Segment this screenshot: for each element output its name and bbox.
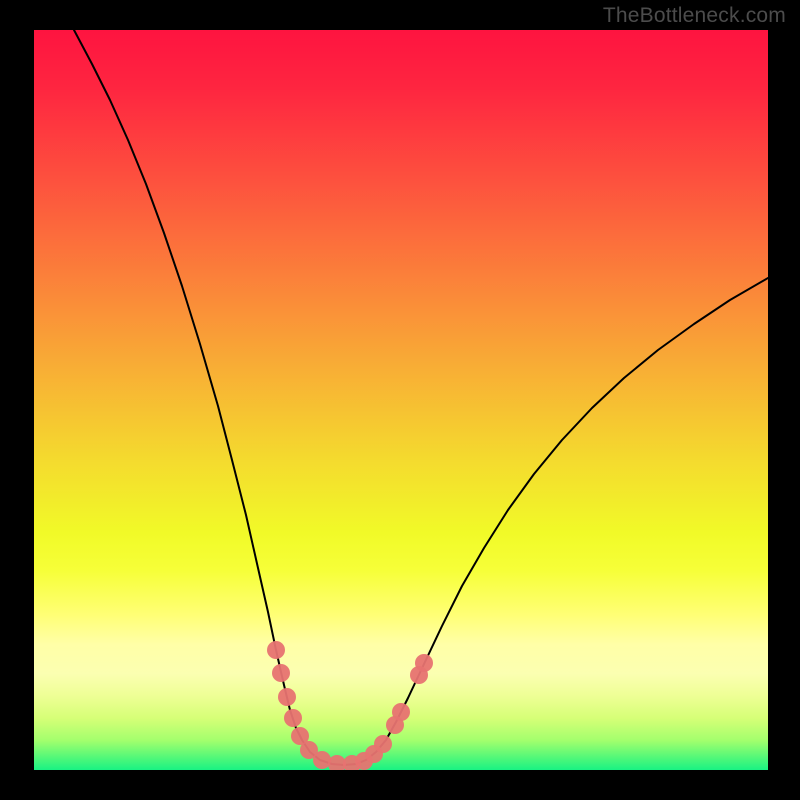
watermark-label: TheBottleneck.com bbox=[603, 4, 786, 28]
highlight-dot bbox=[392, 703, 410, 721]
highlight-dot bbox=[272, 664, 290, 682]
highlight-dot bbox=[284, 709, 302, 727]
bottleneck-chart bbox=[0, 0, 800, 800]
highlight-dot bbox=[374, 735, 392, 753]
highlight-dot bbox=[278, 688, 296, 706]
plot-background bbox=[34, 30, 768, 770]
highlight-dot bbox=[267, 641, 285, 659]
highlight-dot bbox=[415, 654, 433, 672]
chart-stage: TheBottleneck.com bbox=[0, 0, 800, 800]
